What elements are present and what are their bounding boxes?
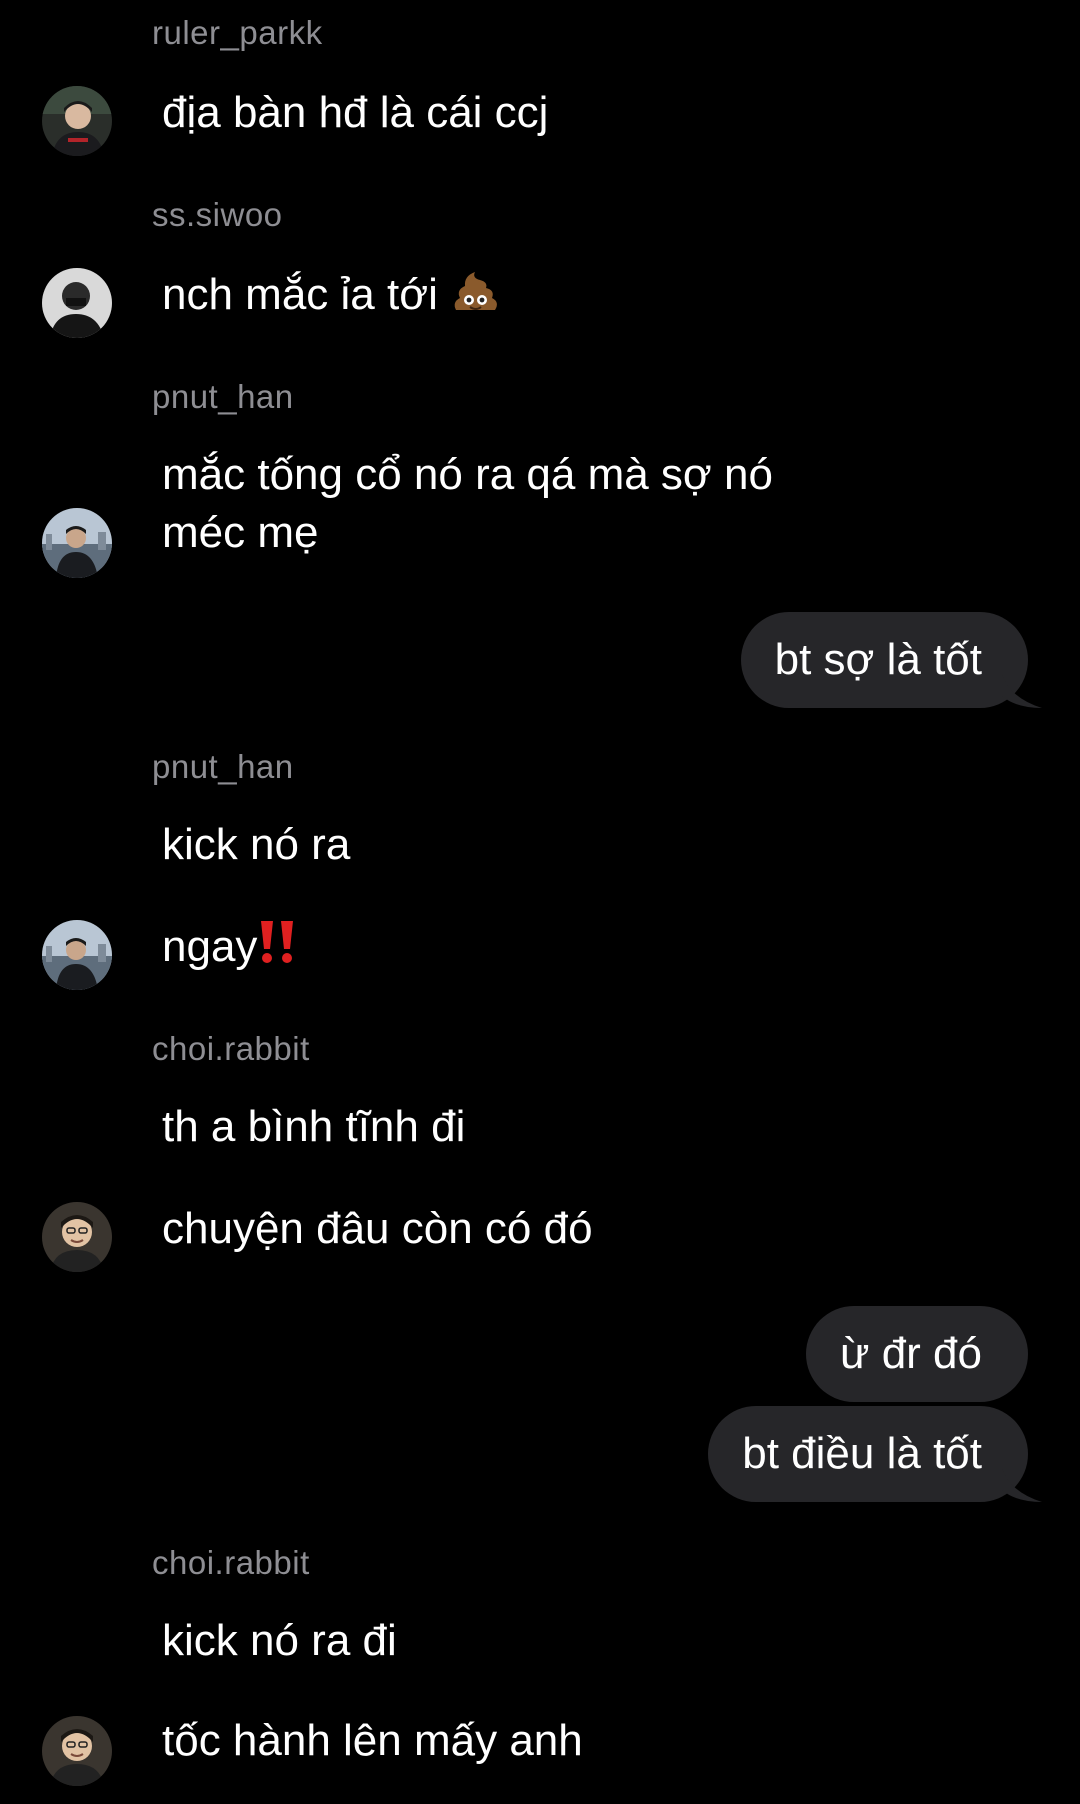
profile-photo-icon <box>42 508 112 578</box>
profile-photo-icon <box>42 268 112 338</box>
sender-name: ruler_parkk <box>152 14 323 51</box>
outgoing-message[interactable]: bt sợ là tốt <box>740 612 1042 708</box>
outgoing-message[interactable]: bt điều là tốt <box>708 1406 1042 1502</box>
message-text[interactable]: chuyện đâu còn có đó <box>162 1200 593 1258</box>
message-text[interactable]: tốc hành lên mấy anh <box>162 1712 583 1770</box>
message-text: ừ đr đó <box>840 1329 982 1378</box>
double-exclamation-icon <box>257 919 299 980</box>
message-text[interactable]: th a bình tĩnh đi <box>162 1098 465 1156</box>
message-text[interactable]: mắc tống cổ nó ra qá mà sợ nó <box>162 446 773 504</box>
message-bubble: bt điều là tốt <box>708 1406 1042 1502</box>
sender-name: choi.rabbit <box>152 1030 310 1067</box>
sender-name: choi.rabbit <box>152 1544 310 1581</box>
message-text[interactable]: méc mẹ <box>162 504 318 562</box>
avatar[interactable] <box>42 1716 112 1786</box>
avatar[interactable] <box>42 508 112 578</box>
avatar[interactable] <box>42 920 112 990</box>
profile-photo-icon <box>42 1202 112 1272</box>
poop-emoji-icon <box>450 266 500 329</box>
message-bubble: ừ đr đó <box>806 1306 1028 1402</box>
message-text[interactable]: kick nó ra <box>162 816 350 874</box>
avatar[interactable] <box>42 86 112 156</box>
message-text: ngay <box>162 922 258 971</box>
sender-name: pnut_han <box>152 748 294 785</box>
message-bubble: bt sợ là tốt <box>740 612 1042 708</box>
message-text: bt sợ là tốt <box>774 635 982 684</box>
outgoing-message[interactable]: ừ đr đó <box>806 1306 1028 1402</box>
message-text[interactable]: kick nó ra đi <box>162 1612 397 1670</box>
message-text[interactable]: địa bàn hđ là cái ccj <box>162 84 548 142</box>
sender-name: pnut_han <box>152 378 294 415</box>
bubble-tail-icon <box>1002 1468 1042 1502</box>
avatar[interactable] <box>42 1202 112 1272</box>
profile-photo-icon <box>42 920 112 990</box>
message[interactable]: nch mắc ỉa tới <box>162 266 500 329</box>
message-text: nch mắc ỉa tới <box>162 270 438 320</box>
bubble-tail-icon <box>1002 674 1042 708</box>
sender-name: ss.siwoo <box>152 196 283 233</box>
profile-photo-icon <box>42 86 112 156</box>
avatar[interactable] <box>42 268 112 338</box>
message-text: bt điều là tốt <box>742 1429 982 1478</box>
message[interactable]: ngay <box>162 918 299 980</box>
profile-photo-icon <box>42 1716 112 1786</box>
